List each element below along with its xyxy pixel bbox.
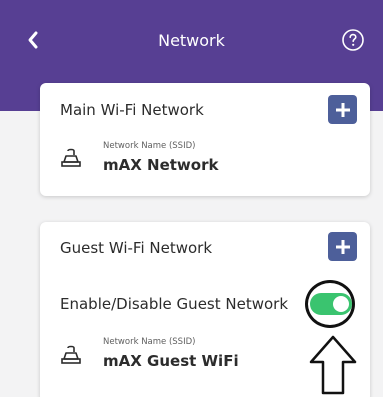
guest-network-toggle[interactable] <box>310 293 352 315</box>
plus-icon <box>335 102 350 117</box>
guest-toggle-label: Enable/Disable Guest Network <box>60 295 289 313</box>
router-icon <box>61 148 81 167</box>
help-button[interactable] <box>341 28 365 52</box>
toggle-knob <box>333 296 349 312</box>
main-wifi-card: Main Wi-Fi Network Network Name (SSID) m… <box>40 83 370 196</box>
guest-wifi-title: Guest Wi-Fi Network <box>60 239 213 257</box>
guest-ssid-value: mAX Guest WiFi <box>103 352 239 370</box>
main-ssid-label: Network Name (SSID) <box>103 141 196 151</box>
plus-icon <box>335 239 350 254</box>
add-main-network-button[interactable] <box>328 95 357 124</box>
add-guest-network-button[interactable] <box>328 232 357 261</box>
main-wifi-title: Main Wi-Fi Network <box>60 101 204 119</box>
main-ssid-value: mAX Network <box>103 156 219 174</box>
router-icon <box>61 345 81 364</box>
network-screen: Network Main Wi-Fi Network Network Name … <box>0 0 383 397</box>
guest-ssid-label: Network Name (SSID) <box>103 337 196 347</box>
page-title: Network <box>158 31 225 50</box>
question-circle-icon <box>342 29 364 51</box>
arrow-up-icon <box>309 335 357 395</box>
